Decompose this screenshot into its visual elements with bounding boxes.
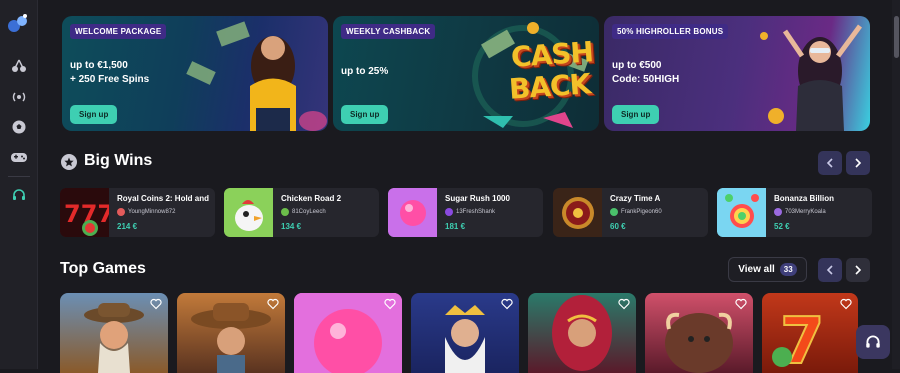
promo-subline: + 250 Free Spins — [70, 74, 150, 85]
avatar — [445, 208, 453, 216]
win-amount: 52 € — [774, 222, 790, 231]
win-amount: 134 € — [281, 222, 302, 231]
win-amount: 214 € — [117, 222, 138, 231]
game-thumbnail — [553, 188, 602, 237]
promo-subline: Code: 50HIGH — [612, 74, 680, 85]
promo-headline: up to 25% — [341, 66, 389, 77]
win-user: YoungMinnow872 — [117, 208, 175, 216]
heart-icon[interactable] — [384, 298, 396, 310]
game-thumbnail: 777 — [60, 188, 109, 237]
main-content: WELCOME PACKAGE up to €1,500 + 250 Free … — [38, 0, 900, 373]
win-game-name: Sugar Rush 1000 — [445, 194, 510, 203]
big-wins-prev-button[interactable] — [818, 151, 842, 175]
win-user: 81CoyLeech — [281, 208, 326, 216]
big-win-card[interactable]: Chicken Road 2 81CoyLeech 134 € — [224, 188, 379, 237]
win-game-name: Bonanza Billion — [774, 194, 834, 203]
win-game-name: Crazy Time A — [610, 194, 661, 203]
win-game-name: Chicken Road 2 — [281, 194, 342, 203]
avatar — [610, 208, 618, 216]
chevron-right-icon — [855, 265, 862, 275]
promo-headline: up to €500 — [612, 60, 662, 71]
promo-headline: up to €1,500 — [70, 60, 128, 71]
top-games-title: Top Games — [60, 260, 146, 277]
win-user: 13FreshShank — [445, 208, 495, 216]
promo-welcome-package[interactable]: WELCOME PACKAGE up to €1,500 + 250 Free … — [62, 16, 328, 131]
cherries-icon[interactable] — [9, 56, 29, 76]
game-thumbnail — [717, 188, 766, 237]
chevron-left-icon — [826, 158, 833, 168]
headset-icon — [866, 335, 880, 348]
view-all-label: View all — [738, 264, 775, 275]
promo-tag: WEEKLY CASHBACK — [341, 24, 436, 39]
heart-icon[interactable] — [150, 298, 162, 310]
big-wins-next-button[interactable] — [846, 151, 870, 175]
top-games-next-button[interactable] — [846, 258, 870, 282]
page-scrollbar[interactable] — [892, 0, 900, 369]
games-count-badge: 33 — [779, 263, 797, 276]
promo-tag: 50% HIGHROLLER BONUS — [612, 24, 729, 39]
broadcast-icon[interactable] — [9, 87, 29, 107]
win-username: YoungMinnow872 — [128, 209, 176, 215]
big-win-card[interactable]: Bonanza Billion 703MerryKoala 52 € — [717, 188, 872, 237]
win-user: FrankPigeon60 — [610, 208, 662, 216]
sign-up-button[interactable]: Sign up — [70, 105, 118, 124]
game-tile[interactable] — [177, 293, 285, 373]
game-tile[interactable] — [60, 293, 168, 373]
win-amount: 181 € — [445, 222, 466, 231]
game-tile[interactable] — [645, 293, 753, 373]
sidebar — [0, 0, 38, 369]
view-all-button[interactable]: View all 33 — [728, 257, 807, 282]
sign-up-button[interactable]: Sign up — [341, 105, 389, 124]
game-tile[interactable] — [528, 293, 636, 373]
logo-icon[interactable] — [6, 12, 30, 36]
promo-weekly-cashback[interactable]: CASH BACK WEEKLY CASHBACK up to 25% Sign… — [333, 16, 599, 131]
support-chat-button[interactable] — [856, 325, 890, 359]
win-username: 81CoyLeech — [292, 209, 326, 215]
star-icon — [61, 154, 77, 170]
heart-icon[interactable] — [840, 298, 852, 310]
win-username: 703MerryKoala — [785, 209, 826, 215]
big-win-card[interactable]: Sugar Rush 1000 13FreshShank 181 € — [388, 188, 543, 237]
headset-icon[interactable] — [9, 185, 29, 205]
sidebar-divider — [8, 176, 30, 177]
game-tile[interactable] — [411, 293, 519, 373]
top-games-prev-button[interactable] — [818, 258, 842, 282]
big-win-card[interactable]: 777 Royal Coins 2: Hold and YoungMinnow8… — [60, 188, 215, 237]
chevron-left-icon — [826, 265, 833, 275]
game-tile[interactable] — [294, 293, 402, 373]
big-win-card[interactable]: Crazy Time A FrankPigeon60 60 € — [553, 188, 708, 237]
heart-icon[interactable] — [735, 298, 747, 310]
heart-icon[interactable] — [618, 298, 630, 310]
gamepad-icon[interactable] — [9, 147, 29, 167]
win-username: 13FreshShank — [456, 209, 496, 215]
win-username: FrankPigeon60 — [621, 209, 662, 215]
avatar — [281, 208, 289, 216]
promo-highroller-bonus[interactable]: 50% HIGHROLLER BONUS up to €500 Code: 50… — [604, 16, 870, 131]
big-wins-title: Big Wins — [84, 152, 153, 169]
game-thumbnail — [224, 188, 273, 237]
game-tile[interactable]: 7 — [762, 293, 858, 373]
promo-tag: WELCOME PACKAGE — [70, 24, 167, 39]
win-amount: 60 € — [610, 222, 626, 231]
heart-icon[interactable] — [267, 298, 279, 310]
sign-up-button[interactable]: Sign up — [612, 105, 660, 124]
soccer-ball-icon[interactable] — [9, 117, 29, 137]
win-game-name: Royal Coins 2: Hold and — [117, 194, 209, 203]
heart-icon[interactable] — [501, 298, 513, 310]
avatar — [117, 208, 125, 216]
game-thumbnail — [388, 188, 437, 237]
win-user: 703MerryKoala — [774, 208, 826, 216]
scrollbar-thumb[interactable] — [894, 16, 899, 58]
cashback-art-text-2: BACK — [507, 67, 592, 106]
avatar — [774, 208, 782, 216]
chevron-right-icon — [855, 158, 862, 168]
